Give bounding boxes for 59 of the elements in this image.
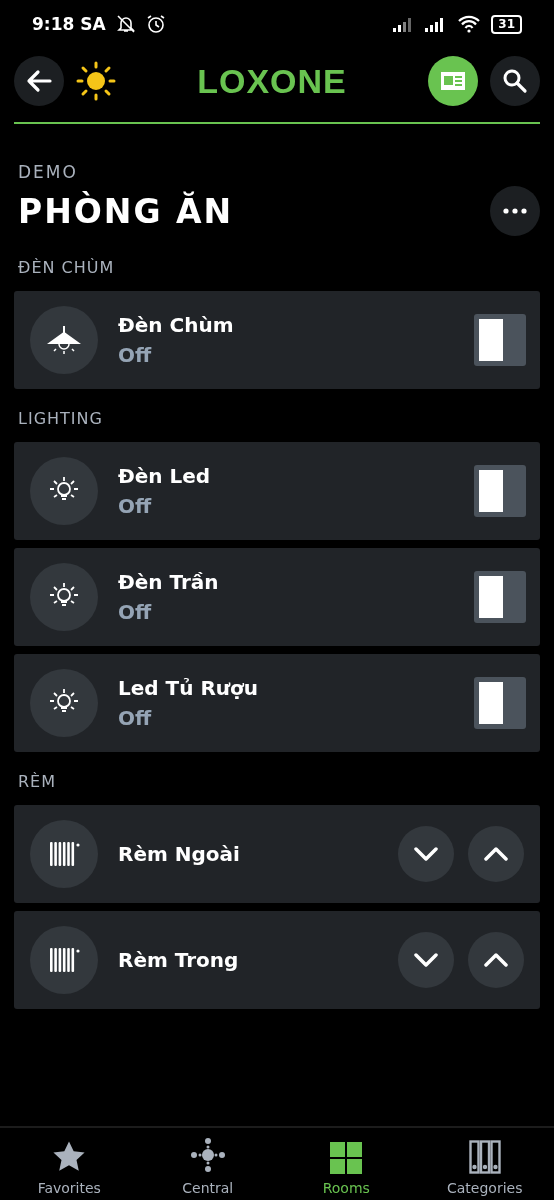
hub-icon [188,1136,227,1174]
control-status: Off [118,494,153,518]
search-icon [502,68,528,94]
down-button[interactable] [398,826,454,882]
star-icon [52,1140,87,1174]
control-name: Led Tủ Rượu [118,676,260,700]
section-title: LIGHTING [18,409,104,428]
more-button[interactable] [490,186,540,236]
up-button[interactable] [468,932,524,988]
control-name: Đèn Trần [118,570,220,594]
control-name: Rèm Trong [118,948,240,972]
back-button[interactable] [14,56,64,106]
clock: 9:18 SA [32,14,106,34]
chevron-up-icon [484,953,508,967]
section-title: ĐÈN CHÙM [18,258,116,277]
chevron-up-icon [484,847,508,861]
control-card[interactable]: Đèn Led Off [14,442,540,540]
grid-icon [330,1142,363,1174]
newspaper-icon [440,71,466,91]
nav-tab[interactable]: Rooms [277,1128,416,1200]
nav-tab[interactable]: Central [138,1128,277,1200]
control-name: Đèn Chùm [118,313,235,337]
news-button[interactable] [428,56,478,106]
room-group: DEMO [18,162,536,182]
toggle-switch[interactable] [474,571,526,623]
back-arrow-icon [26,69,52,93]
pendant-lamp-icon [47,325,81,355]
nav-tab[interactable]: Favorites [0,1128,139,1200]
room-title: PHÒNG ĂN [18,191,235,231]
control-card[interactable]: Đèn Chùm Off [14,291,540,389]
battery-indicator: 31 [491,14,522,34]
section-title: RÈM [18,772,58,791]
binders-icon [468,1140,501,1174]
control-card[interactable]: Đèn Trần Off [14,548,540,646]
blinds-icon [48,840,80,868]
search-button[interactable] [490,56,540,106]
nav-tab[interactable]: Categories [415,1128,554,1200]
control-status: Off [118,706,153,730]
muted-bell-icon [115,14,136,34]
control-name: Đèn Led [118,464,212,488]
more-icon [503,208,527,214]
chevron-down-icon [414,847,438,861]
chevron-down-icon [414,953,438,967]
control-card[interactable]: Rèm Ngoài [14,805,540,903]
toggle-switch[interactable] [474,465,526,517]
control-card[interactable]: Rèm Trong [14,911,540,1009]
toggle-switch[interactable] [474,677,526,729]
control-status: Off [118,343,153,367]
wifi-icon [457,15,482,33]
control-status: Off [118,600,153,624]
sun-icon [76,61,116,101]
logo: LOXONE [196,61,348,101]
blinds-icon [48,946,80,974]
toggle-switch[interactable] [474,314,526,366]
down-button[interactable] [398,932,454,988]
control-name: Rèm Ngoài [118,842,241,866]
alarm-clock-icon [145,14,166,34]
up-button[interactable] [468,826,524,882]
control-card[interactable]: Led Tủ Rượu Off [14,654,540,752]
